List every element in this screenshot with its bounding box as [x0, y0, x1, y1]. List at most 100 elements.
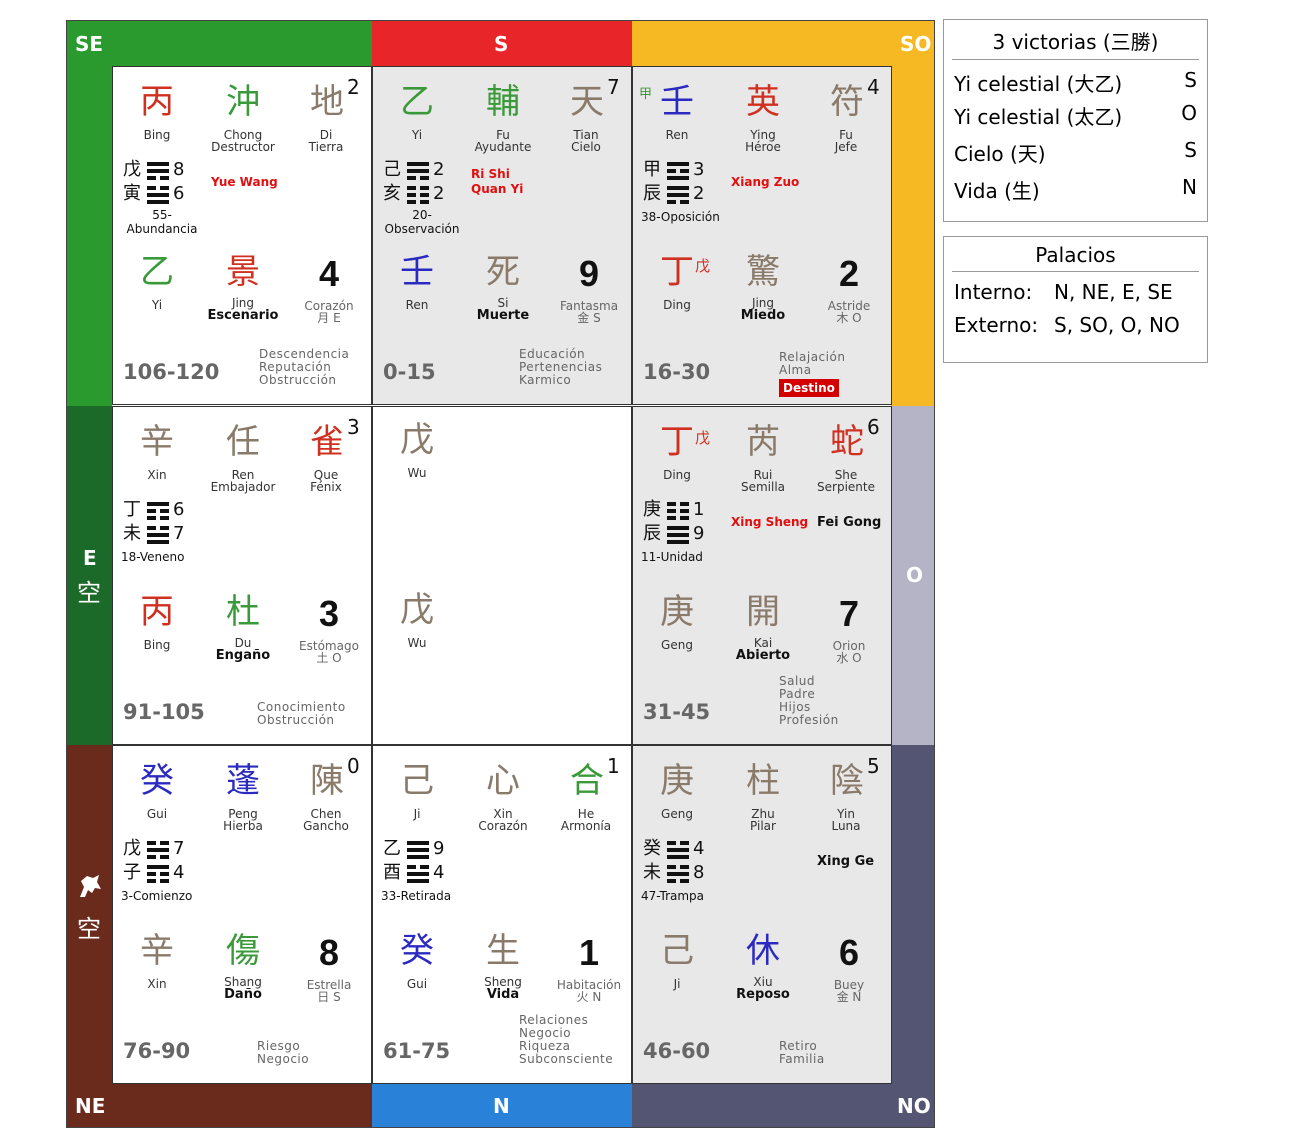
hex-num-lower: 7 [173, 523, 185, 544]
hex-stem-lower: 未 [123, 523, 141, 544]
band-so-side [891, 66, 934, 406]
palace-c: 戊 Wu 戊 Wu [372, 406, 632, 745]
age-range: 61-75 [383, 1039, 451, 1063]
deity-sublabel: Tierra [308, 140, 344, 154]
age-range: 46-60 [643, 1039, 711, 1063]
heaven-stem-label: Xin [147, 468, 167, 482]
hex-line [147, 509, 156, 513]
hex-line [407, 865, 416, 869]
hex-line [667, 176, 689, 180]
star-top-char: 芮 [746, 422, 780, 462]
palace-number: 9 [579, 253, 600, 294]
star-top-char: 心 [486, 761, 520, 801]
star-sublabel: 金 S [577, 311, 601, 325]
hex-line [147, 200, 169, 204]
dir-ne-void: 空 [77, 915, 101, 943]
hex-line [407, 162, 429, 166]
hex-name: 38-Oposición [641, 210, 720, 224]
star-top-sublabel: Hierba [223, 819, 263, 833]
hex-name-2: Observación [384, 222, 460, 236]
hex-num-upper: 4 [693, 838, 705, 859]
star-top-sublabel: Ayudante [474, 140, 532, 154]
hex-line [667, 865, 676, 869]
star-top-sublabel: Destructor [211, 140, 275, 154]
hex-stem-lower: 酉 [383, 862, 401, 883]
horse-icon [75, 871, 105, 901]
hex-line [680, 169, 689, 173]
hex-line [420, 193, 429, 197]
hex-line [407, 176, 416, 180]
black-note: Fei Gong [817, 515, 882, 530]
hex-num-lower: 4 [173, 862, 185, 883]
aspect-label: Obstrucción [257, 713, 335, 727]
hex-stem-upper: 庚 [643, 499, 661, 520]
qimen-chart: SE S SO E 空 O 空 NE N NO 丙 Bing 沖 Chong Destr… [66, 20, 935, 1128]
hex-line [680, 879, 689, 883]
red-note: Yue Wang [211, 175, 278, 189]
victorias-title: 3 victorias (三勝) [952, 20, 1199, 60]
hex-stem-lower: 辰 [643, 183, 661, 204]
dir-so: SO [900, 32, 932, 56]
hex-name: 18-Veneno [121, 550, 185, 564]
palace-so: 壬甲 Ren 英 Ying Héroe 符 Fu Jefe 4 甲辰 3 2 38-Oposición X… [632, 66, 892, 405]
earth-stem-extra: 戊 [695, 257, 711, 275]
corner-number: 5 [867, 754, 880, 778]
hex-line [680, 200, 689, 204]
door-sublabel: Miedo [740, 308, 786, 323]
hex-line [147, 533, 169, 537]
earth-stem-char: 癸 [400, 931, 434, 971]
hex-stem-upper: 戊 [123, 838, 141, 859]
hex-name: 3-Comienzo [121, 889, 193, 903]
corner-number: 1 [607, 754, 620, 778]
star-top-sublabel: Pilar [750, 819, 776, 833]
door-sublabel: Vida [486, 987, 520, 1002]
hex-num-lower: 2 [693, 183, 705, 204]
hex-stem-lower: 子 [123, 862, 141, 883]
hex-line [407, 841, 429, 845]
earth-stem-char: 壬 [400, 252, 434, 292]
hex-line [667, 193, 689, 197]
star-top-sublabel: Héroe [745, 140, 781, 154]
stem-prefix: 甲 [639, 87, 653, 102]
hex-stem-upper: 己 [383, 159, 401, 180]
palace-number: 1 [579, 932, 600, 973]
hex-stem-upper: 丁 [123, 499, 141, 520]
age-range: 106-120 [123, 360, 220, 384]
hex-line [160, 176, 169, 180]
victorias-row: Yi celestial (大乙) S [954, 68, 1197, 96]
heaven-stem-label: Wu [407, 466, 427, 480]
star-top-char: 柱 [746, 761, 780, 801]
hex-line [420, 176, 429, 180]
age-range: 31-45 [643, 700, 711, 724]
star-sublabel: 土 O [316, 651, 342, 665]
dir-s: S [494, 32, 509, 56]
star-sublabel: 金 N [836, 990, 862, 1004]
hex-line [407, 193, 416, 197]
aspect-label: Subconsciente [519, 1052, 614, 1066]
hex-line [147, 162, 169, 166]
earth-stem-char: 庚 [660, 592, 694, 632]
hex-line [160, 509, 169, 513]
star-top-char: 蓬 [226, 761, 260, 801]
earth-stem-label: Xin [147, 977, 167, 991]
hex-num-upper: 8 [173, 159, 185, 180]
age-range: 0-15 [383, 360, 436, 384]
hex-num-upper: 2 [433, 159, 445, 180]
hex-line [667, 533, 689, 537]
hex-line [667, 509, 676, 513]
dir-se: SE [75, 32, 104, 56]
corner-number: 4 [867, 75, 880, 99]
hex-stem-lower: 寅 [123, 183, 141, 204]
heaven-stem-label: Gui [146, 807, 168, 821]
door-sublabel: Daño [224, 987, 262, 1002]
red-note: Xiang Zuo [731, 175, 800, 189]
door-sublabel: Muerte [476, 308, 530, 323]
door-char: 景 [226, 252, 260, 292]
dir-ne: NE [75, 1094, 106, 1118]
star-top-char: 輔 [486, 82, 520, 122]
palacios-title: Palacios [952, 237, 1199, 272]
dir-e: E [83, 546, 97, 570]
victorias-row: Vida (生) N [954, 175, 1197, 203]
hex-num-upper: 9 [433, 838, 445, 859]
hex-line [147, 502, 169, 506]
